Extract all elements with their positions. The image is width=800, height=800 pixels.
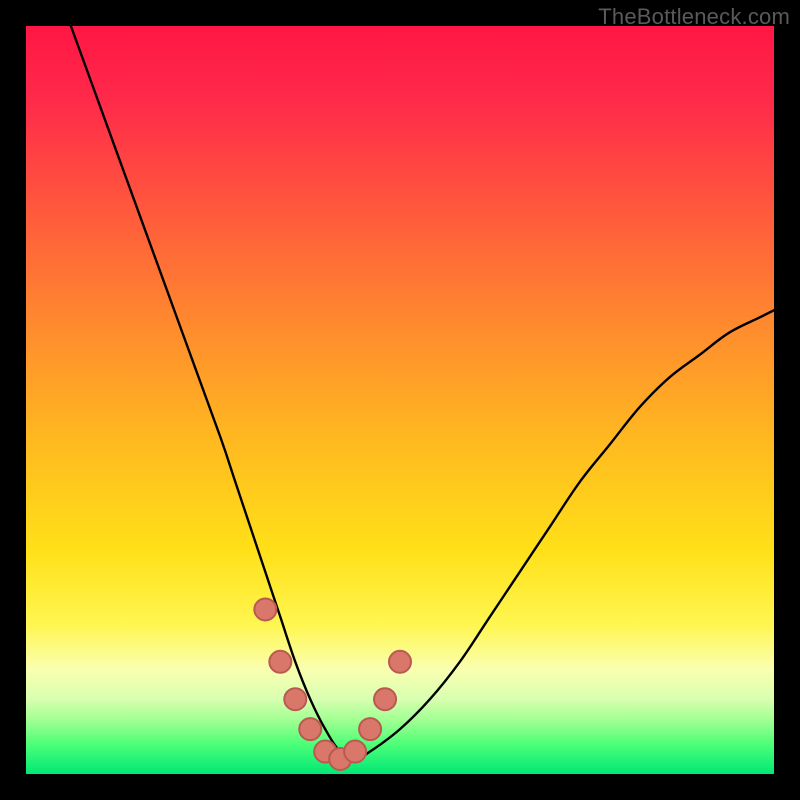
marker-dot	[284, 688, 306, 710]
marker-dot	[344, 741, 366, 763]
chart-frame	[26, 26, 774, 774]
watermark-text: TheBottleneck.com	[598, 4, 790, 30]
marker-dot	[299, 718, 321, 740]
marker-dot	[269, 651, 291, 673]
marker-dot	[374, 688, 396, 710]
bottleneck-chart	[26, 26, 774, 774]
marker-dot	[389, 651, 411, 673]
marker-dot	[254, 598, 276, 620]
marker-dot	[359, 718, 381, 740]
